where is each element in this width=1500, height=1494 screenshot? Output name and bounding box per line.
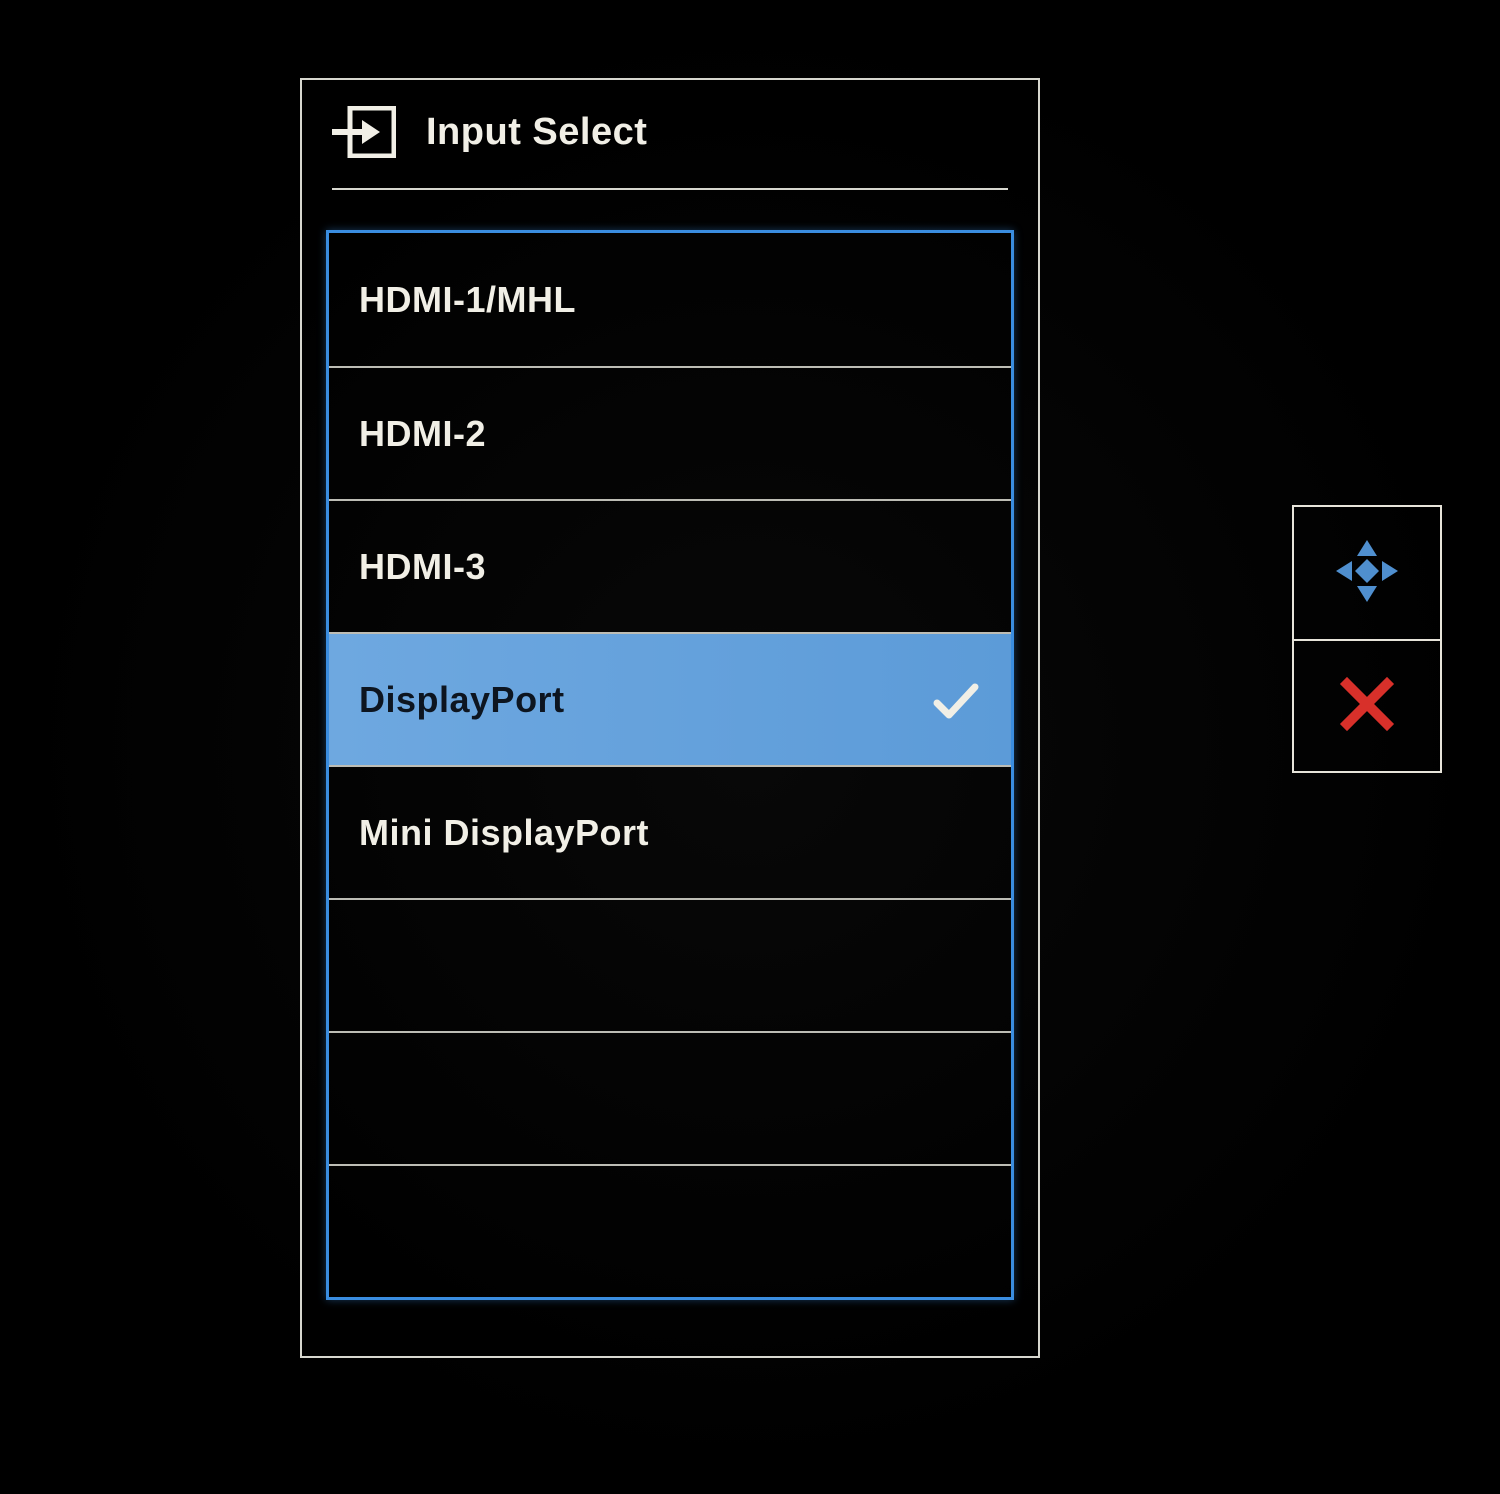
input-option-label: HDMI-1/MHL bbox=[359, 279, 981, 321]
input-mini-displayport-item[interactable]: Mini DisplayPort bbox=[329, 765, 1011, 898]
close-x-icon bbox=[1337, 674, 1397, 739]
input-option-label: Mini DisplayPort bbox=[359, 812, 981, 854]
input-list: HDMI-1/MHL HDMI-2 HDMI-3 DisplayPort bbox=[326, 230, 1014, 1300]
checkmark-icon bbox=[931, 675, 981, 725]
menu-header: Input Select bbox=[332, 106, 1008, 190]
input-option-label: DisplayPort bbox=[359, 679, 931, 721]
close-button[interactable] bbox=[1294, 639, 1440, 771]
input-source-icon bbox=[332, 106, 396, 158]
osd-control-buttons bbox=[1292, 505, 1442, 773]
input-hdmi3-item[interactable]: HDMI-3 bbox=[329, 499, 1011, 632]
menu-title: Input Select bbox=[426, 111, 647, 154]
input-hdmi2-item[interactable]: HDMI-2 bbox=[329, 366, 1011, 499]
input-option-label: HDMI-3 bbox=[359, 546, 981, 588]
input-empty-slot bbox=[329, 1164, 1011, 1297]
osd-screen: Input Select HDMI-1/MHL HDMI-2 HDMI-3 bbox=[0, 0, 1500, 1494]
input-hdmi1-mhl-item[interactable]: HDMI-1/MHL bbox=[329, 233, 1011, 366]
navigate-button[interactable] bbox=[1294, 507, 1440, 639]
input-option-label: HDMI-2 bbox=[359, 413, 981, 455]
input-empty-slot bbox=[329, 1031, 1011, 1164]
input-empty-slot bbox=[329, 898, 1011, 1031]
input-select-menu: Input Select HDMI-1/MHL HDMI-2 HDMI-3 bbox=[300, 78, 1040, 1358]
input-displayport-item[interactable]: DisplayPort bbox=[329, 632, 1011, 765]
navigate-joystick-icon bbox=[1332, 536, 1402, 611]
